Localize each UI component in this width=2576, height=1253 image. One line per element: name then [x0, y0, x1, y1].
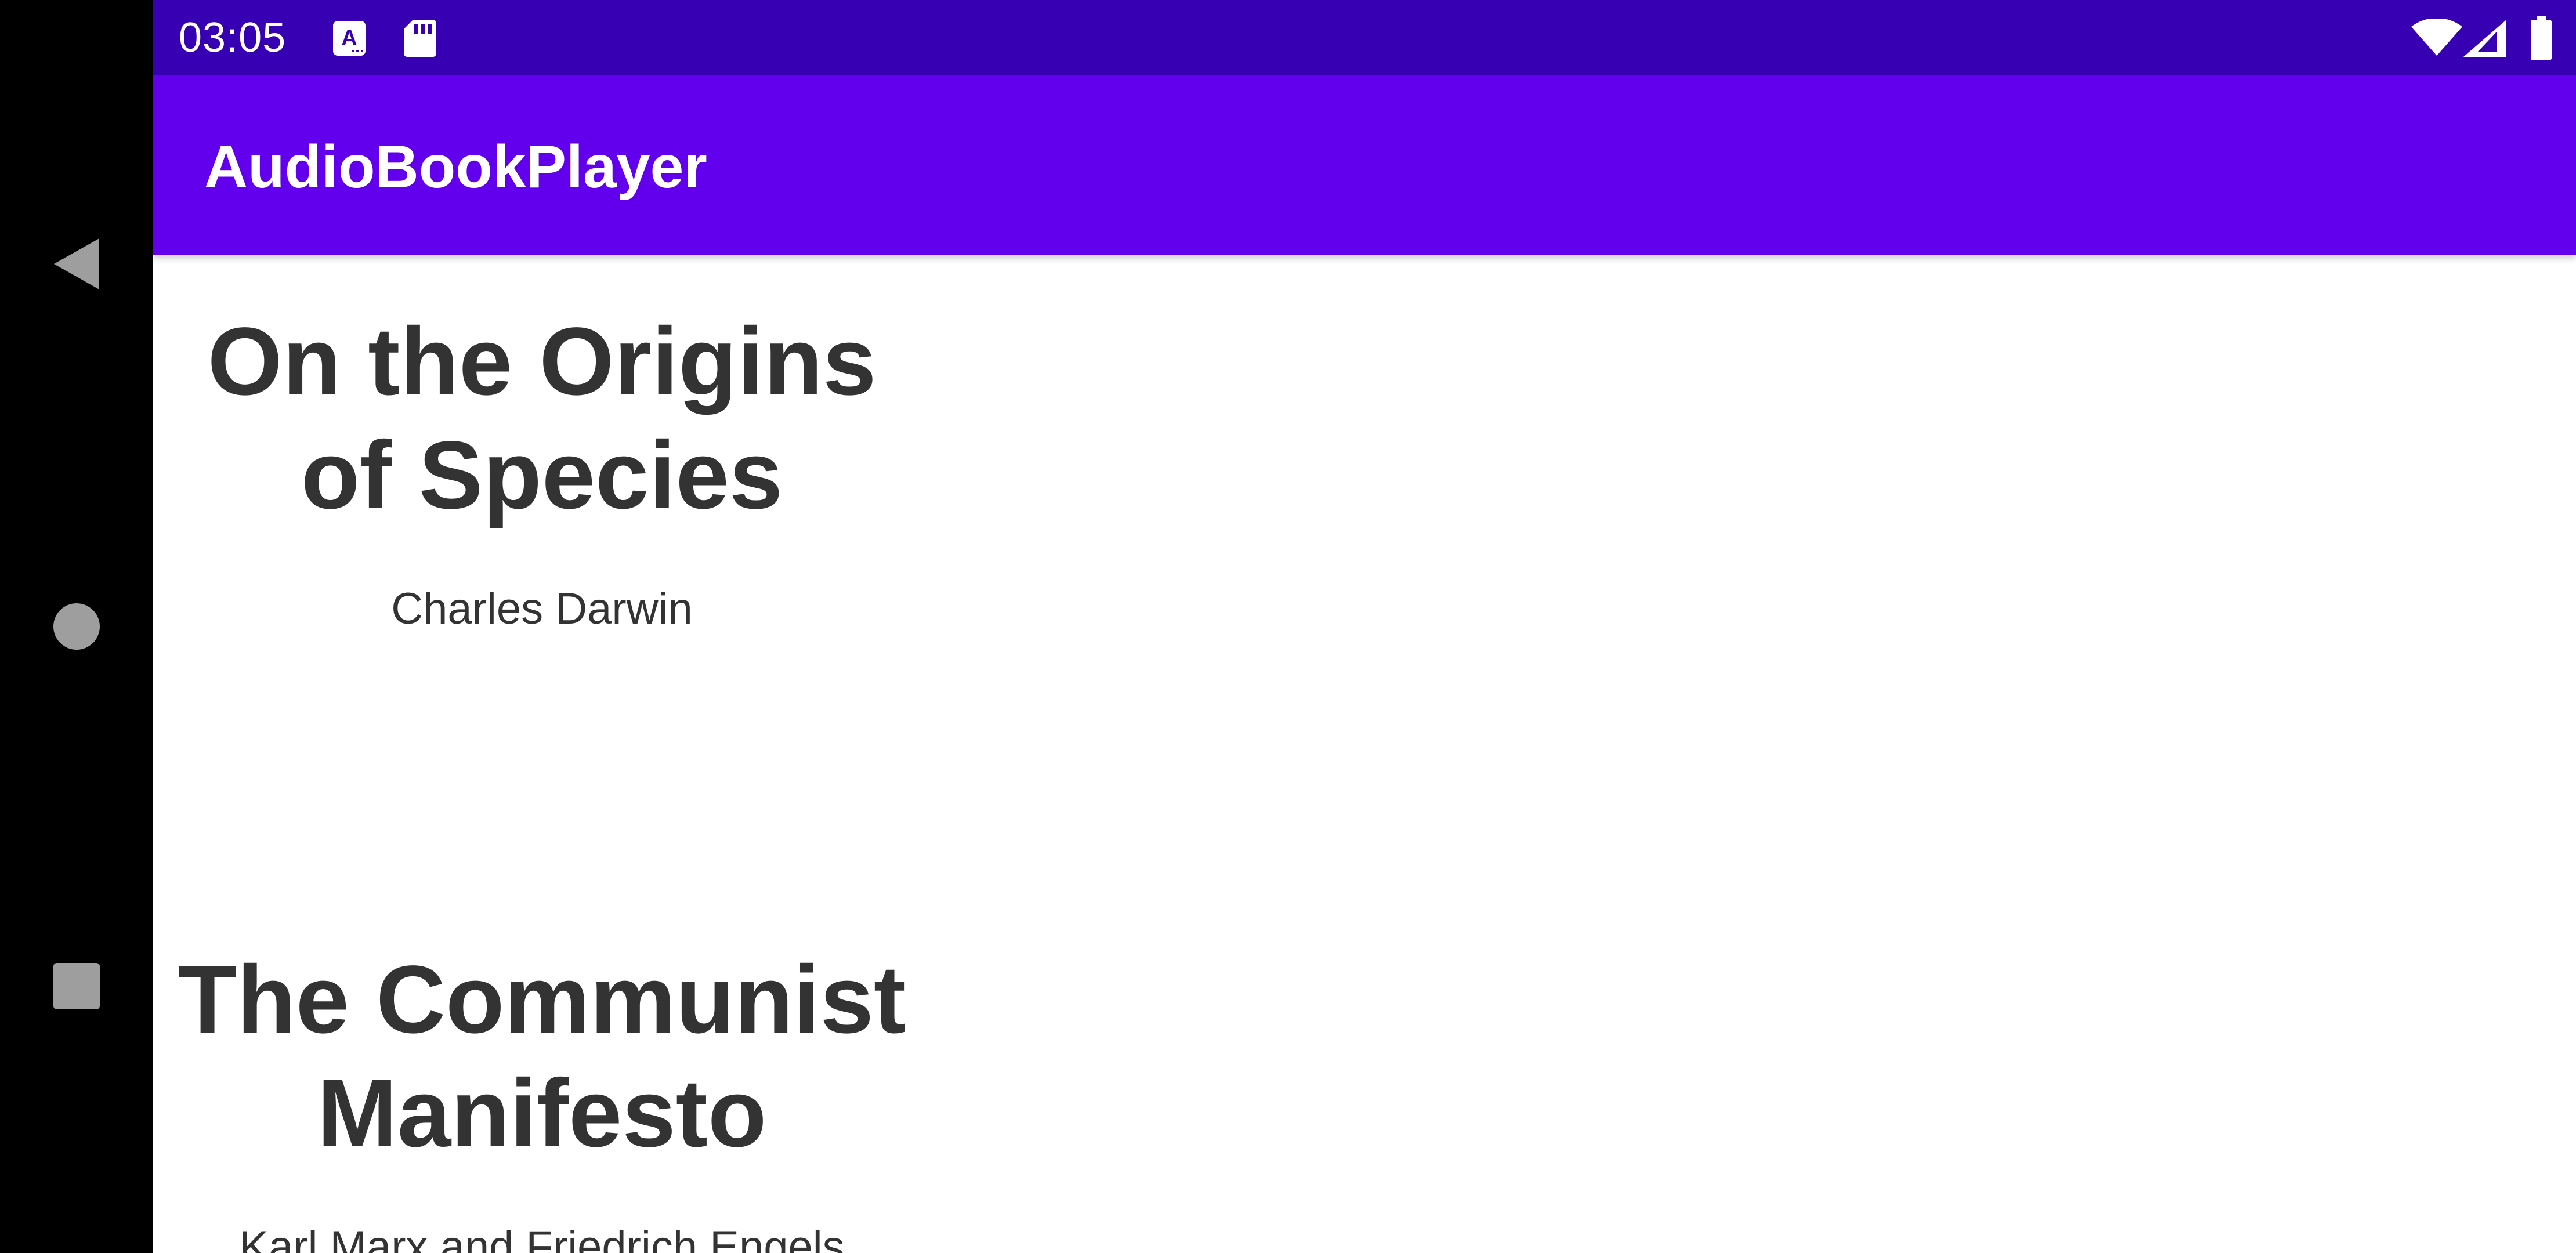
- app-bar: AudioBookPlayer: [153, 75, 2576, 255]
- home-icon: [53, 603, 100, 650]
- app-title: AudioBookPlayer: [204, 133, 707, 201]
- book-author: Charles Darwin: [391, 584, 693, 633]
- status-time: 03:05: [179, 15, 287, 61]
- svg-text:A: A: [341, 26, 357, 50]
- book-list-item[interactable]: On the Origins of Species Charles Darwin: [153, 305, 931, 637]
- battery-icon: [2531, 16, 2552, 60]
- sd-card-icon: [404, 20, 436, 57]
- book-author: Karl Marx and Friedrich Engels: [239, 1222, 845, 1253]
- app-screen: 03:05 A AudioBookPlayer On the Origins o…: [153, 0, 2576, 1253]
- system-navigation-bar: [0, 0, 153, 1253]
- text-accessibility-icon: A: [333, 21, 366, 56]
- recents-button[interactable]: [0, 948, 153, 1024]
- recents-icon: [53, 963, 100, 1009]
- book-list-item[interactable]: The Communist Manifesto Karl Marx and Fr…: [153, 943, 931, 1253]
- status-bar: 03:05 A: [153, 0, 2576, 75]
- book-title: On the Origins of Species: [207, 308, 877, 529]
- book-title: The Communist Manifesto: [178, 946, 906, 1167]
- home-button[interactable]: [0, 589, 153, 664]
- back-button[interactable]: [0, 226, 153, 302]
- back-icon: [54, 238, 99, 289]
- wifi-icon: [2411, 19, 2462, 56]
- cellular-signal-icon: [2463, 20, 2506, 57]
